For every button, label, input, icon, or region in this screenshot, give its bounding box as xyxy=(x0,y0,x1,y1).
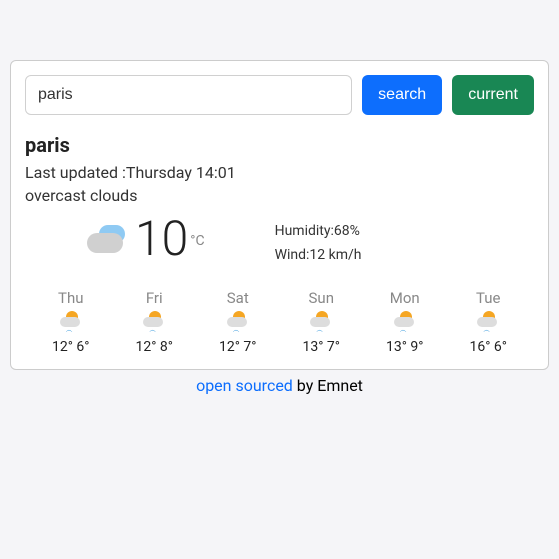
temperature-value: 10 xyxy=(135,215,188,263)
current-weather-row: 10 °C Humidity:68% Wind:12 km/h xyxy=(25,215,534,271)
forecast-day: Fri ෴ 12° 8° xyxy=(113,289,197,355)
forecast-day: Mon ෴ 13° 9° xyxy=(363,289,447,355)
forecast-temps: 13° 7° xyxy=(280,339,364,355)
partly-cloudy-rain-icon: ෴ xyxy=(58,311,84,333)
forecast-temps: 12° 7° xyxy=(196,339,280,355)
city-name: paris xyxy=(25,133,534,157)
cloud-icon xyxy=(85,223,129,255)
weather-description: overcast clouds xyxy=(25,186,534,205)
weather-card: search current paris Last updated :Thurs… xyxy=(10,60,549,370)
last-updated: Last updated :Thursday 14:01 xyxy=(25,163,534,182)
partly-cloudy-rain-icon: ෴ xyxy=(392,311,418,333)
footer-author: by Emnet xyxy=(293,376,363,395)
forecast-day: Sun ෴ 13° 7° xyxy=(280,289,364,355)
forecast-day-label: Thu xyxy=(29,289,113,307)
forecast-temps: 16° 6° xyxy=(447,339,531,355)
forecast-day-label: Mon xyxy=(363,289,447,307)
forecast-row: Thu ෴ 12° 6° Fri ෴ 12° 8° Sat ෴ 12° 7° S… xyxy=(25,289,534,355)
forecast-day: Tue ෴ 16° 6° xyxy=(447,289,531,355)
partly-cloudy-rain-icon: ෴ xyxy=(308,311,334,333)
forecast-day: Sat ෴ 12° 7° xyxy=(196,289,280,355)
search-row: search current xyxy=(25,75,534,115)
forecast-day-label: Sat xyxy=(196,289,280,307)
forecast-day-label: Tue xyxy=(447,289,531,307)
forecast-day: Thu ෴ 12° 6° xyxy=(29,289,113,355)
current-button[interactable]: current xyxy=(452,75,534,115)
forecast-day-label: Sun xyxy=(280,289,364,307)
partly-cloudy-rain-icon: ෴ xyxy=(225,311,251,333)
footer: open sourced by Emnet xyxy=(10,376,549,395)
forecast-temps: 12° 6° xyxy=(29,339,113,355)
search-input[interactable] xyxy=(25,75,352,115)
open-sourced-link[interactable]: open sourced xyxy=(196,376,293,395)
humidity: Humidity:68% xyxy=(275,223,362,239)
forecast-temps: 13° 9° xyxy=(363,339,447,355)
partly-cloudy-rain-icon: ෴ xyxy=(141,311,167,333)
forecast-day-label: Fri xyxy=(113,289,197,307)
wind: Wind:12 km/h xyxy=(275,247,362,263)
forecast-temps: 12° 8° xyxy=(113,339,197,355)
temperature-block: 10 °C xyxy=(85,215,205,263)
temperature-unit: °C xyxy=(190,233,204,249)
weather-info: Humidity:68% Wind:12 km/h xyxy=(275,223,362,271)
partly-cloudy-rain-icon: ෴ xyxy=(475,311,501,333)
search-button[interactable]: search xyxy=(362,75,442,115)
